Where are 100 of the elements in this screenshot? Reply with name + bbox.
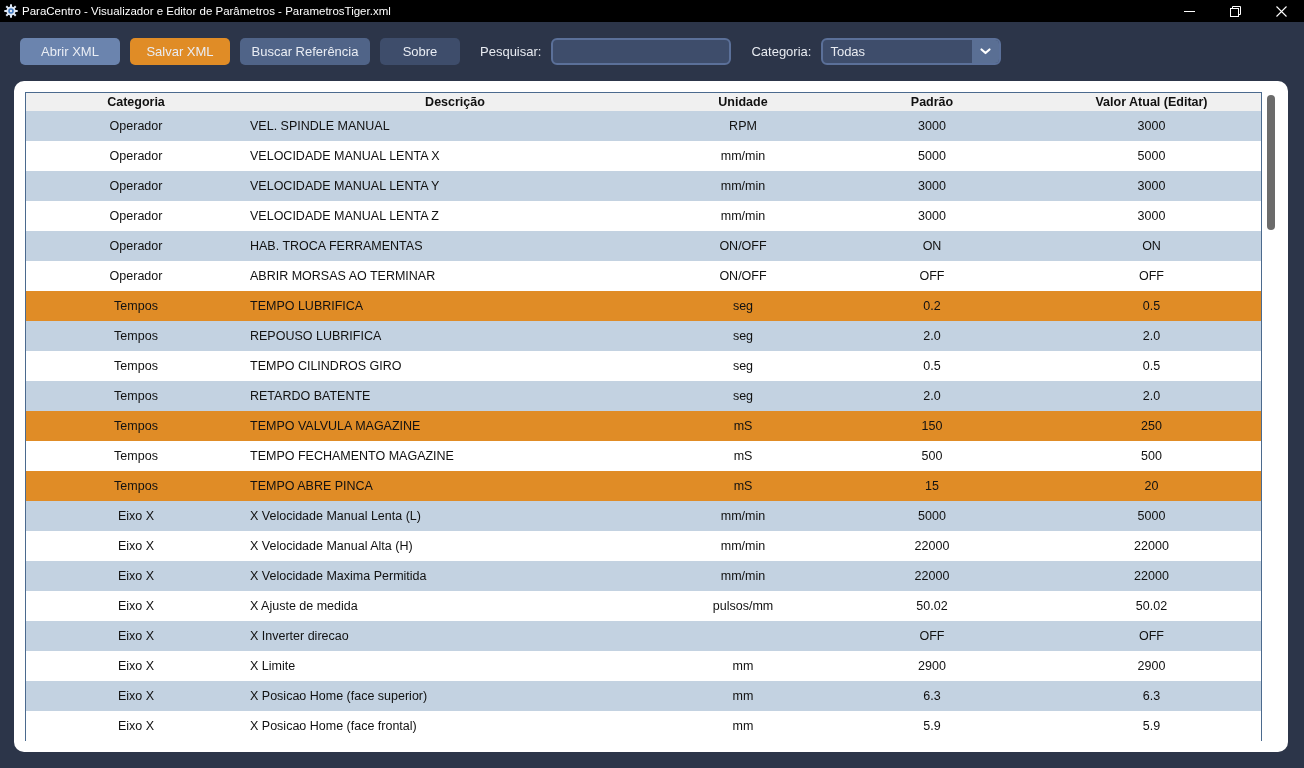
table-cell-text: TEMPO LUBRIFICA <box>249 298 365 315</box>
table-cell-text: Tempos <box>113 328 159 345</box>
editable-cell[interactable]: 0.5 <box>1042 351 1261 381</box>
table-row[interactable]: Eixo X X Velocidade Manual Lenta (L) mm/min 5000 5000 <box>26 501 1261 531</box>
restore-icon <box>1229 5 1241 17</box>
editable-cell[interactable]: 6.3 <box>1042 681 1261 711</box>
table-cell-text: X Posicao Home (face frontal) <box>249 718 418 735</box>
table-cell-text: mm/min <box>719 208 767 225</box>
table-cell-text: 2.0 <box>922 388 942 405</box>
table-row[interactable]: Eixo X X Velocidade Maxima Permitida mm/min 22000 22000 <box>26 561 1261 591</box>
table-cell-text: Eixo X <box>116 688 156 705</box>
table-cell-text: X Posicao Home (face superior) <box>249 688 429 705</box>
editable-cell[interactable]: ON <box>1042 231 1261 261</box>
table-cell-text: X Inverter direcao <box>249 628 350 645</box>
table-row[interactable]: Tempos REPOUSO LUBRIFICA seg 2.0 2.0 <box>26 321 1261 351</box>
toolbar-button[interactable]: Sobre <box>380 38 460 65</box>
close-icon <box>1275 5 1287 17</box>
toolbar-button[interactable]: Buscar Referência <box>240 38 370 65</box>
table-cell-text: mm/min <box>719 178 767 195</box>
table-row[interactable]: Operador VEL. SPINDLE MANUAL RPM 3000 3000 <box>26 111 1261 141</box>
editable-cell[interactable]: 5000 <box>1042 501 1261 531</box>
editable-cell[interactable]: 5.9 <box>1042 711 1261 741</box>
table-cell-text: mS <box>732 478 754 495</box>
table-cell-text: 5000 <box>917 148 947 165</box>
table-cell-text: Eixo X <box>116 568 156 585</box>
table-cell-text: 22000 <box>913 538 951 555</box>
table-cell-text: pulsos/mm <box>711 598 775 615</box>
table-cell-text: 5.9 <box>922 718 942 735</box>
table-cell-text: Eixo X <box>116 628 156 645</box>
category-dropdown[interactable]: Todas <box>821 38 1002 65</box>
table-row[interactable]: Eixo X X Inverter direcao OFF OFF <box>26 621 1261 651</box>
editable-cell[interactable]: 2900 <box>1042 651 1261 681</box>
table-cell-text: 22000 <box>913 568 951 585</box>
table-cell-text: mS <box>732 448 754 465</box>
table-cell-text: Operador <box>108 208 164 225</box>
column-header: Descrição <box>424 94 486 111</box>
table-cell-text: mm <box>731 688 755 705</box>
editable-cell[interactable]: 250 <box>1042 411 1261 441</box>
table-cell-text: Tempos <box>113 448 159 465</box>
table-cell-text: ON/OFF <box>718 238 768 255</box>
editable-cell[interactable]: 3000 <box>1042 111 1261 141</box>
table-cell-text: TEMPO FECHAMENTO MAGAZINE <box>249 448 455 465</box>
column-header: Categoria <box>106 94 166 111</box>
table-cell-text: HAB. TROCA FERRAMENTAS <box>249 238 424 255</box>
table-cell-text: 50.02 <box>915 598 949 615</box>
table-cell-text: Operador <box>108 268 164 285</box>
minimize-icon <box>1183 10 1195 12</box>
editable-cell[interactable]: 3000 <box>1042 171 1261 201</box>
table-cell-text: TEMPO ABRE PINCA <box>249 478 374 495</box>
table-cell-text: Tempos <box>113 418 159 435</box>
table-cell-text: VEL. SPINDLE MANUAL <box>249 118 391 135</box>
editable-cell[interactable]: 5000 <box>1042 141 1261 171</box>
editable-cell[interactable]: 2.0 <box>1042 321 1261 351</box>
table-cell-text: mm/min <box>719 568 767 585</box>
table-row[interactable]: Eixo X X Posicao Home (face superior) mm 6.3 6.3 <box>26 681 1261 711</box>
gear-icon <box>4 4 18 18</box>
editable-cell[interactable]: 0.5 <box>1042 291 1261 321</box>
table-cell-text: Operador <box>108 148 164 165</box>
table-cell-text: Tempos <box>113 358 159 375</box>
table-cell-text: 500 <box>920 448 944 465</box>
search-field[interactable] <box>551 38 732 65</box>
editable-cell[interactable]: OFF <box>1042 261 1261 291</box>
table-row[interactable]: Tempos RETARDO BATENTE seg 2.0 2.0 <box>26 381 1261 411</box>
table-cell-text: 3000 <box>917 118 947 135</box>
table-cell-text: mS <box>732 418 754 435</box>
table-cell-text: 3000 <box>917 208 947 225</box>
editable-cell[interactable]: 22000 <box>1042 531 1261 561</box>
table-cell-text: Eixo X <box>116 658 156 675</box>
table-row[interactable]: Operador HAB. TROCA FERRAMENTAS ON/OFF ON ON <box>26 231 1261 261</box>
table-row[interactable]: Tempos TEMPO ABRE PINCA mS 15 20 <box>26 471 1261 501</box>
table-cell-text: Operador <box>108 178 164 195</box>
table-cell-text: X Velocidade Manual Lenta (L) <box>249 508 422 525</box>
table-cell-text: RETARDO BATENTE <box>249 388 372 405</box>
chevron-down-icon <box>972 40 1000 63</box>
window-title: ParaCentro - Visualizador e Editor de Parâmetros - ParametrosTiger.xml <box>22 5 391 17</box>
table-row[interactable]: Tempos TEMPO LUBRIFICA seg 0.2 0.5 <box>26 291 1261 321</box>
editable-cell[interactable]: OFF <box>1042 621 1261 651</box>
table-cell-text: 5000 <box>917 508 947 525</box>
table-cell-text: X Velocidade Manual Alta (H) <box>249 538 414 555</box>
scrollbar-thumb[interactable] <box>1267 95 1275 230</box>
table-cell-text: seg <box>731 358 755 375</box>
table-cell-text: seg <box>731 328 755 345</box>
table-cell-text: Tempos <box>113 478 159 495</box>
editable-cell[interactable]: 2.0 <box>1042 381 1261 411</box>
editable-cell[interactable]: 500 <box>1042 441 1261 471</box>
table-cell-text: Operador <box>108 118 164 135</box>
table-cell-text: mm/min <box>719 148 767 165</box>
table-row[interactable]: Operador VELOCIDADE MANUAL LENTA Y mm/min 3000 3000 <box>26 171 1261 201</box>
table-cell-text: TEMPO VALVULA MAGAZINE <box>249 418 422 435</box>
editable-cell[interactable]: 20 <box>1042 471 1261 501</box>
search-label: Pesquisar: <box>480 44 542 59</box>
editable-cell[interactable]: 50.02 <box>1042 591 1261 621</box>
table-cell-text: RPM <box>728 118 758 135</box>
table-cell-text: Eixo X <box>116 598 156 615</box>
editable-cell[interactable]: 3000 <box>1042 201 1261 231</box>
table-cell-text: X Limite <box>249 658 297 675</box>
table-row[interactable]: Tempos TEMPO VALVULA MAGAZINE mS 150 250 <box>26 411 1261 441</box>
table-cell-text: VELOCIDADE MANUAL LENTA Z <box>249 208 440 225</box>
editable-cell[interactable]: 22000 <box>1042 561 1261 591</box>
table-cell-text: 2900 <box>917 658 947 675</box>
